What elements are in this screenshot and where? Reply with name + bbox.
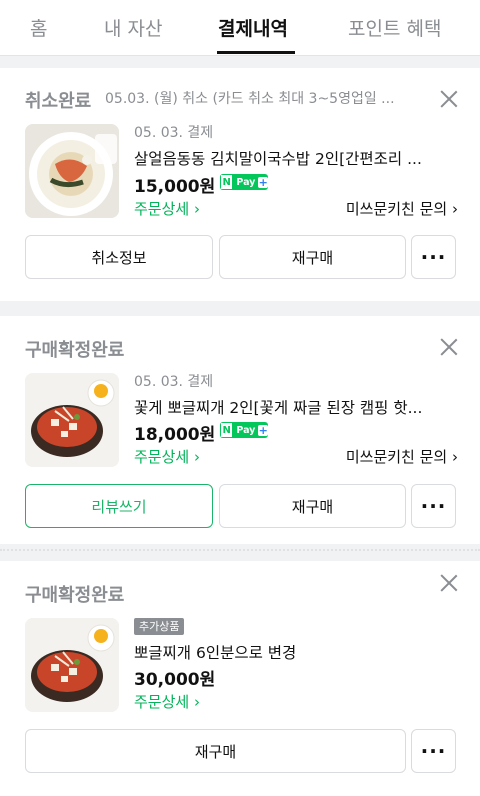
order-detail-label: 주문상세 [134,448,190,466]
product-title[interactable]: 뽀글찌개 6인분으로 변경 [134,641,456,663]
chevron-right-icon: › [193,200,200,218]
plus-icon: + [258,175,268,189]
npay-label: Pay [236,176,256,188]
payment-date: 05. 03. 결제 [134,125,214,141]
chevron-right-icon: › [452,200,458,218]
divider [0,549,480,551]
stew-pot-image [25,618,119,712]
more-options-button[interactable]: ··· [411,484,456,528]
more-options-button[interactable]: ··· [411,729,456,773]
npay-badge: N Pay + [220,174,268,190]
npay-badge: N Pay + [220,422,268,438]
top-tab-bar: 홈 내 자산 결제내역 포인트 혜택 [0,0,480,56]
cancel-note: 05.03. (월) 취소 (카드 취소 최대 3~5영업일 ... [105,91,395,107]
npay-label: Pay [236,424,256,436]
noodle-bowl-image [25,124,119,218]
store-inquiry-label: 미쓰문키친 문의 [345,200,448,218]
repurchase-button[interactable]: 재구매 [219,484,406,528]
close-icon[interactable] [440,338,458,356]
tab-my-assets[interactable]: 내 자산 [104,14,162,41]
repurchase-button[interactable]: 재구매 [25,729,406,773]
tab-point-benefits[interactable]: 포인트 혜택 [348,14,441,41]
order-detail-label: 주문상세 [134,200,190,218]
repurchase-button[interactable]: 재구매 [219,235,406,279]
plus-icon: + [258,423,268,437]
payment-date: 05. 03. 결제 [134,374,214,390]
order-status: 구매확정완료 [25,585,125,606]
order-detail-link[interactable]: 주문상세 › [134,198,200,219]
product-price: 18,000원 [134,425,216,445]
order-card: 구매확정완료 추가상품 뽀글찌개 6인분으로 변경 30,000원 주문상세 ›… [0,561,480,796]
npay-n-icon: N [220,174,234,190]
stew-pot-image [25,373,119,467]
order-detail-link[interactable]: 주문상세 › [134,446,200,467]
chevron-right-icon: › [452,448,458,466]
chevron-right-icon: › [193,448,200,466]
product-price: 15,000원 [134,177,216,197]
product-thumbnail[interactable] [25,618,119,712]
order-status: 구매확정완료 [25,340,125,361]
order-card: 취소완료 05.03. (월) 취소 (카드 취소 최대 3~5영업일 ... … [0,68,480,301]
more-options-button[interactable]: ··· [411,235,456,279]
npay-n-icon: N [220,422,234,438]
product-thumbnail[interactable] [25,373,119,467]
order-status: 취소완료 [25,91,92,112]
order-detail-link[interactable]: 주문상세 › [134,691,200,712]
order-detail-label: 주문상세 [134,693,190,711]
tab-home[interactable]: 홈 [30,14,47,41]
active-tab-indicator [217,51,295,54]
tab-payment-history[interactable]: 결제내역 [218,14,288,41]
close-icon[interactable] [440,574,458,592]
store-inquiry-label: 미쓰문키친 문의 [345,448,448,466]
store-inquiry-link[interactable]: 미쓰문키친 문의 › [346,446,458,467]
addon-badge: 추가상품 [134,618,185,635]
order-card: 구매확정완료 05. 03. 결제 꽃게 뽀글찌개 2인[꽃게 짜글 된장 캠핑… [0,316,480,544]
close-icon[interactable] [440,90,458,108]
chevron-right-icon: › [193,693,200,711]
store-inquiry-link[interactable]: 미쓰문키친 문의 › [346,198,458,219]
write-review-button[interactable]: 리뷰쓰기 [25,484,213,528]
product-price: 30,000원 [134,670,216,690]
product-thumbnail[interactable] [25,124,119,218]
product-title[interactable]: 꽃게 뽀글찌개 2인[꽃게 짜글 된장 캠핑 핫... [134,396,456,418]
cancel-info-button[interactable]: 취소정보 [25,235,213,279]
product-title[interactable]: 살얼음동동 김치말이국수밥 2인[간편조리 ... [134,147,456,169]
